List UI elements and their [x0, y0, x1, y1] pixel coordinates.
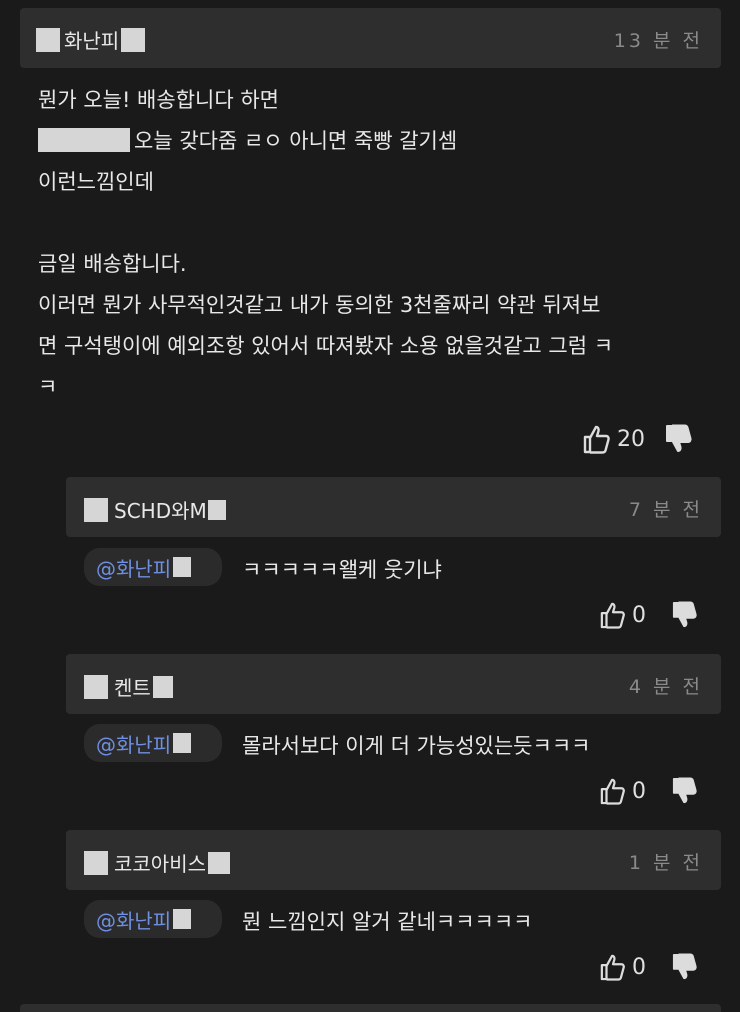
like-count: 0	[632, 602, 646, 628]
reply-time: 4 분 전	[628, 676, 703, 698]
comment-header: 화난피 13 분 전	[20, 8, 721, 68]
thumbs-down-icon[interactable]	[665, 424, 693, 454]
comment-line: ㅋ	[38, 375, 58, 399]
comment-line: 뭔가 오늘! 배송합니다 하면	[38, 88, 279, 112]
like-count: 20	[617, 426, 645, 452]
reply-text: ㅋㅋㅋㅋㅋ왤케 웃기냐	[242, 558, 442, 582]
reply-author[interactable]: SCHD와M	[84, 495, 226, 524]
masked-name-part	[173, 733, 192, 753]
masked-name-part	[84, 674, 108, 699]
redacted-text	[38, 128, 130, 152]
reply-time: 1 분 전	[628, 852, 703, 874]
mention-text: @화난피	[96, 556, 172, 581]
comment-thread: 화난피 13 분 전 뭔가 오늘! 배송합니다 하면 오늘 갖다줌 ㄹㅇ 아니면…	[0, 0, 740, 1012]
reply-votes: 0	[600, 777, 698, 805]
masked-name-part	[152, 675, 173, 698]
masked-name-part	[84, 850, 108, 875]
comment-line: 금일 배송합니다.	[38, 252, 187, 276]
masked-name-part	[208, 851, 230, 874]
next-comment-header	[20, 1004, 721, 1012]
like-count: 0	[632, 778, 646, 804]
thumbs-down-icon[interactable]	[672, 953, 698, 981]
comment-line: 이런느낌인데	[38, 170, 154, 194]
mention-tag[interactable]: @화난피	[84, 724, 222, 762]
comment-line: 오늘 갖다줌 ㄹㅇ 아니면 죽빵 갈기셈	[38, 121, 728, 162]
thumbs-up-icon[interactable]	[600, 601, 626, 629]
masked-name-part	[36, 27, 60, 52]
thumbs-up-icon[interactable]	[600, 953, 626, 981]
author-name: 켄트	[114, 676, 151, 700]
reply-author[interactable]: 켄트	[84, 672, 173, 701]
reply-author[interactable]: 코코아비스	[84, 848, 230, 877]
mention-tag[interactable]: @화난피	[84, 900, 222, 938]
masked-name-part	[173, 557, 192, 577]
thumbs-up-icon[interactable]	[583, 424, 611, 454]
reply-header: SCHD와M 7 분 전	[66, 477, 721, 537]
reply-header: 코코아비스 1 분 전	[66, 830, 721, 890]
comment-author[interactable]: 화난피	[36, 25, 146, 54]
masked-name-part	[84, 497, 108, 522]
comment-line: 이러면 뭔가 사무적인것같고 내가 동의한 3천줄짜리 약관 뒤져보	[38, 293, 601, 317]
masked-name-part	[173, 909, 192, 929]
comment-body: 뭔가 오늘! 배송합니다 하면 오늘 갖다줌 ㄹㅇ 아니면 죽빵 갈기셈 이런느…	[38, 80, 728, 408]
author-name: SCHD와M	[114, 499, 207, 523]
comment-votes: 20	[583, 424, 693, 454]
comment-line-text: 오늘 갖다줌 ㄹㅇ 아니면 죽빵 갈기셈	[134, 129, 458, 153]
reply-text: 뭔 느낌인지 알거 같네ㅋㅋㅋㅋㅋ	[242, 910, 533, 934]
comment-line: 면 구석탱이에 예외조항 있어서 따져봤자 소용 없을것같고 그럼 ㅋ	[38, 334, 614, 358]
author-name: 코코아비스	[114, 852, 206, 876]
reply-time: 7 분 전	[628, 499, 703, 521]
reply-votes: 0	[600, 953, 698, 981]
reply-votes: 0	[600, 601, 698, 629]
reply-header: 켄트 4 분 전	[66, 654, 721, 714]
comment-time: 13 분 전	[613, 30, 703, 52]
thumbs-down-icon[interactable]	[672, 777, 698, 805]
masked-name-part	[121, 27, 146, 52]
thumbs-up-icon[interactable]	[600, 777, 626, 805]
masked-name-part	[207, 499, 226, 520]
thumbs-down-icon[interactable]	[672, 601, 698, 629]
mention-tag[interactable]: @화난피	[84, 548, 222, 586]
mention-text: @화난피	[96, 732, 172, 757]
mention-text: @화난피	[96, 908, 172, 933]
comment-blank-line	[38, 203, 728, 244]
like-count: 0	[632, 954, 646, 980]
author-name: 화난피	[64, 29, 120, 53]
reply-text: 몰라서보다 이게 더 가능성있는듯ㅋㅋㅋ	[242, 734, 591, 758]
